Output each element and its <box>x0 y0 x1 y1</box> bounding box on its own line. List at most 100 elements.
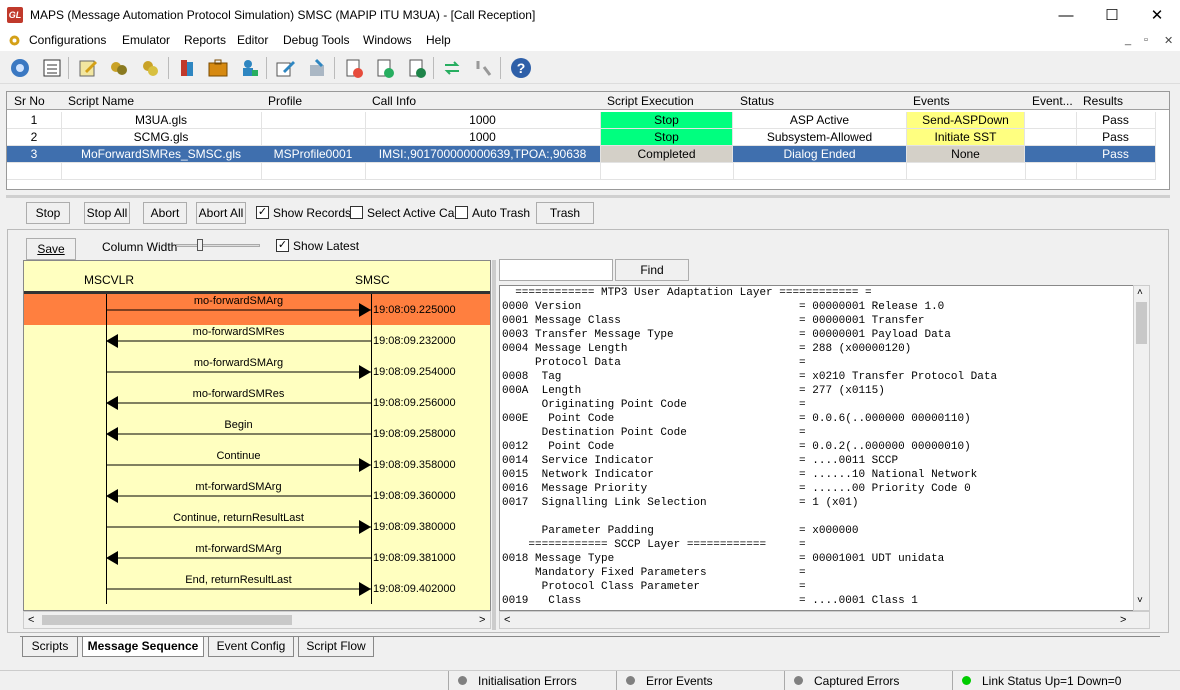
message-timestamp: 19:08:09.380000 <box>373 521 456 533</box>
tab-scripts[interactable]: Scripts <box>22 637 78 657</box>
menu-editor[interactable]: Editor <box>237 33 268 47</box>
col-header-event-extra[interactable]: Event... <box>1025 92 1077 110</box>
col-header-call-info[interactable]: Call Info <box>365 92 601 110</box>
tab-script-flow[interactable]: Script Flow <box>298 637 374 657</box>
init-errors-label: Initialisation Errors <box>478 674 577 688</box>
cell-script: MoForwardSMRes_SMSC.gls <box>61 146 262 163</box>
decode-vertical-scrollbar[interactable]: ˄ ˅ <box>1133 285 1150 611</box>
scroll-thumb[interactable] <box>1136 302 1147 344</box>
db-blue-icon[interactable] <box>404 55 430 81</box>
scroll-thumb[interactable] <box>42 615 292 625</box>
profile-icon[interactable] <box>174 55 200 81</box>
sequence-message[interactable]: Continue 19:08:09.358000 <box>24 449 490 480</box>
sequence-message[interactable]: Begin 19:08:09.258000 <box>24 418 490 449</box>
sequence-message[interactable]: mt-forwardSMArg 19:08:09.360000 <box>24 480 490 511</box>
save-button[interactable]: Save <box>26 238 76 260</box>
trash-button[interactable]: Trash <box>536 202 594 224</box>
tab-event-config[interactable]: Event Config <box>208 637 294 657</box>
scroll-right-icon[interactable]: > <box>479 614 485 626</box>
splitter[interactable] <box>6 195 1170 198</box>
show-latest-checkbox[interactable]: ✓ <box>276 239 289 252</box>
minimize-button[interactable]: — <box>1043 0 1089 31</box>
sequence-message[interactable]: Continue, returnResultLast 19:08:09.38000… <box>24 511 490 542</box>
mdi-minimize-button[interactable]: _ <box>1125 34 1131 46</box>
auto-trash-label: Auto Trash <box>472 206 531 220</box>
edit-icon[interactable] <box>272 55 298 81</box>
message-timestamp: 19:08:09.358000 <box>373 459 456 471</box>
menu-help[interactable]: Help <box>426 33 451 47</box>
mdi-close-button[interactable]: ✕ <box>1164 34 1173 47</box>
execution-button[interactable]: Stop <box>601 112 733 129</box>
scripts-grid: Sr No Script Name Profile Call Info Scri… <box>6 91 1170 190</box>
menu-debug-tools[interactable]: Debug Tools <box>283 33 350 47</box>
select-active-call-checkbox[interactable] <box>350 206 363 219</box>
disconnect-icon[interactable] <box>470 55 496 81</box>
user-config-icon[interactable] <box>236 55 262 81</box>
sequence-message[interactable]: mt-forwardSMArg 19:08:09.381000 <box>24 542 490 573</box>
event-button[interactable]: Send-ASPDown <box>907 112 1025 129</box>
help-icon[interactable]: ? <box>508 55 534 81</box>
col-header-script-name[interactable]: Script Name <box>61 92 262 110</box>
run-scripts-icon[interactable] <box>137 55 163 81</box>
cell-event-extra <box>1025 129 1077 146</box>
table-row[interactable]: 2 SCMG.gls 1000 Stop Subsystem-Allowed I… <box>7 129 1157 146</box>
event-button[interactable]: Initiate SST <box>907 129 1025 146</box>
col-header-profile[interactable]: Profile <box>261 92 366 110</box>
slider-thumb[interactable] <box>197 239 203 251</box>
scroll-right-icon[interactable]: > <box>1120 614 1126 626</box>
menu-reports[interactable]: Reports <box>184 33 226 47</box>
seq-horizontal-scrollbar[interactable]: < > <box>23 611 491 629</box>
stop-button[interactable]: Stop <box>26 202 70 224</box>
sequence-message-selected[interactable]: mo-forwardSMArg 19:08:09.225000 <box>24 294 490 325</box>
refresh-icon[interactable] <box>439 55 465 81</box>
scroll-left-icon[interactable]: < <box>28 614 34 626</box>
menu-configurations[interactable]: Configurations <box>29 33 106 47</box>
scroll-left-icon[interactable]: < <box>504 614 510 626</box>
col-header-events[interactable]: Events <box>906 92 1026 110</box>
script-edit-icon[interactable] <box>75 55 101 81</box>
maximize-button[interactable]: ☐ <box>1089 0 1135 31</box>
menu-emulator[interactable]: Emulator <box>122 33 170 47</box>
table-row[interactable]: 1 M3UA.gls 1000 Stop ASP Active Send-ASP… <box>7 112 1157 129</box>
briefcase-icon[interactable] <box>205 55 231 81</box>
db-red-icon[interactable] <box>341 55 367 81</box>
col-header-sr-no[interactable]: Sr No <box>7 92 62 110</box>
panel-splitter[interactable] <box>492 260 496 630</box>
db-green-icon[interactable] <box>372 55 398 81</box>
show-records-checkbox[interactable]: ✓ <box>256 206 269 219</box>
find-button[interactable]: Find <box>615 259 689 281</box>
col-header-status[interactable]: Status <box>733 92 907 110</box>
left-entity-label: MSCVLR <box>84 273 135 287</box>
gear-icon[interactable] <box>7 55 33 81</box>
message-sequence-panel: MSCVLR SMSC mo-forwardSMArg 19:08:09.2250… <box>23 260 491 611</box>
execution-button[interactable]: Stop <box>601 129 733 146</box>
sequence-message[interactable]: mo-forwardSMRes 19:08:09.232000 <box>24 325 490 356</box>
debug-icon[interactable] <box>304 55 330 81</box>
col-header-results[interactable]: Results <box>1076 92 1156 110</box>
col-header-script-execution[interactable]: Script Execution <box>600 92 734 110</box>
abort-button[interactable]: Abort <box>143 202 187 224</box>
sequence-message[interactable]: End, returnResultLast 19:08:09.402000 <box>24 573 490 604</box>
find-input[interactable] <box>499 259 613 281</box>
auto-trash-checkbox[interactable] <box>455 206 468 219</box>
menu-app-icon[interactable] <box>8 34 21 47</box>
decode-horizontal-scrollbar[interactable]: < > <box>499 611 1150 629</box>
column-width-slider[interactable] <box>176 239 260 251</box>
scripts-icon[interactable] <box>106 55 132 81</box>
close-button[interactable]: ✕ <box>1134 0 1180 31</box>
sequence-message[interactable]: mo-forwardSMRes 19:08:09.256000 <box>24 387 490 418</box>
cell-status: ASP Active <box>733 112 907 129</box>
mdi-restore-button[interactable]: ▫ <box>1144 34 1148 46</box>
abort-all-button[interactable]: Abort All <box>196 202 246 224</box>
sequence-message[interactable]: mo-forwardSMArg 19:08:09.254000 <box>24 356 490 387</box>
execution-button[interactable]: Completed <box>601 146 733 163</box>
table-row-selected[interactable]: 3 MoForwardSMRes_SMSC.gls MSProfile0001 … <box>7 146 1157 163</box>
scroll-up-icon[interactable]: ˄ <box>1137 287 1143 298</box>
tab-message-sequence[interactable]: Message Sequence <box>82 637 204 657</box>
cell-status: Dialog Ended <box>733 146 907 163</box>
stop-all-button[interactable]: Stop All <box>84 202 130 224</box>
list-icon[interactable] <box>39 55 65 81</box>
menu-windows[interactable]: Windows <box>363 33 412 47</box>
scroll-down-icon[interactable]: ˅ <box>1137 595 1143 606</box>
event-button[interactable]: None <box>907 146 1025 163</box>
